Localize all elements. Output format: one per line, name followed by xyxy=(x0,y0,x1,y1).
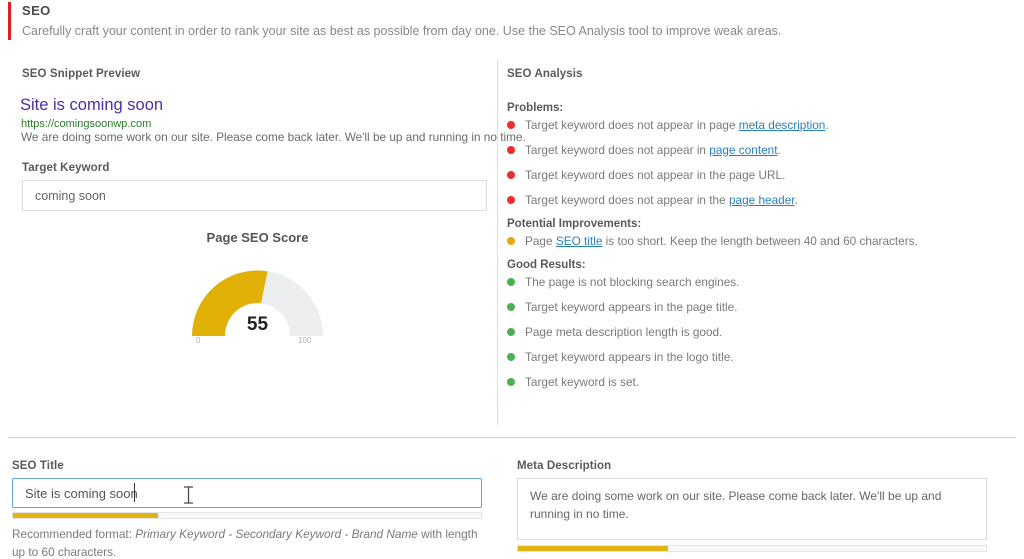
meta-description-length-bar xyxy=(517,545,987,552)
status-dot-icon xyxy=(507,237,515,245)
analysis-item-link[interactable]: page content xyxy=(709,143,777,157)
text-caret xyxy=(134,483,135,502)
status-dot-icon xyxy=(507,196,515,204)
page-header: SEO Carefully craft your content in orde… xyxy=(0,0,1024,48)
seo-title-help-text: Recommended format: Primary Keyword - Se… xyxy=(12,525,492,559)
analysis-item: Target keyword does not appear in page c… xyxy=(507,143,1022,157)
ibeam-cursor-icon xyxy=(184,486,193,504)
analysis-item: Page SEO title is too short. Keep the le… xyxy=(507,234,1022,248)
analysis-item: Target keyword is set. xyxy=(507,375,1022,389)
status-dot-icon xyxy=(507,121,515,129)
status-dot-icon xyxy=(507,353,515,361)
header-accent-bar xyxy=(8,2,11,40)
analysis-item-list: Target keyword does not appear in page m… xyxy=(507,118,1022,207)
analysis-item: Target keyword appears in the page title… xyxy=(507,300,1022,314)
gauge-title: Page SEO Score xyxy=(206,230,309,245)
analysis-group-heading: Problems: xyxy=(507,102,564,114)
gauge-max-label: 100 xyxy=(298,336,312,345)
seo-analysis-results: Problems: Target keyword does not appear … xyxy=(507,102,1022,400)
snippet-url: https://comingsoonwp.com xyxy=(21,118,152,130)
status-dot-icon xyxy=(507,171,515,179)
snippet-title: Site is coming soon xyxy=(20,96,164,114)
section-divider xyxy=(8,437,1016,438)
meta-description-length-fill xyxy=(518,546,668,551)
analysis-item-list: Page SEO title is too short. Keep the le… xyxy=(507,234,1022,248)
seo-title-length-bar xyxy=(12,512,482,519)
status-dot-icon xyxy=(507,328,515,336)
target-keyword-label: Target Keyword xyxy=(22,162,110,174)
analysis-item: Target keyword does not appear in page m… xyxy=(507,118,1022,132)
analysis-item: The page is not blocking search engines. xyxy=(507,275,1022,289)
status-dot-icon xyxy=(507,278,515,286)
page-seo-score-gauge: Page SEO Score 55 0 100 xyxy=(150,230,365,355)
column-divider xyxy=(497,60,498,425)
page-title: SEO xyxy=(22,3,51,18)
snippet-description: We are doing some work on our site. Plea… xyxy=(21,130,526,144)
page-description: Carefully craft your content in order to… xyxy=(22,24,782,38)
analysis-group-heading: Potential Improvements: xyxy=(507,218,642,230)
seo-title-length-fill xyxy=(13,513,159,518)
help-emphasis: Primary Keyword - Secondary Keyword - Br… xyxy=(135,527,418,541)
status-dot-icon xyxy=(507,146,515,154)
analysis-item: Target keyword does not appear in the pa… xyxy=(507,168,1022,182)
gauge-min-label: 0 xyxy=(196,336,201,345)
analysis-item-link[interactable]: meta description xyxy=(739,118,826,132)
analysis-group-heading: Good Results: xyxy=(507,259,586,271)
analysis-item-list: The page is not blocking search engines.… xyxy=(507,275,1022,389)
help-before: Recommended format: xyxy=(12,527,136,541)
snippet-preview-label: SEO Snippet Preview xyxy=(22,68,141,80)
seo-analysis-label: SEO Analysis xyxy=(507,68,583,80)
status-dot-icon xyxy=(507,303,515,311)
analysis-item: Target keyword does not appear in the pa… xyxy=(507,193,1022,207)
gauge-value: 55 xyxy=(246,314,269,335)
analysis-item-link[interactable]: page header xyxy=(729,193,795,207)
seo-title-label: SEO Title xyxy=(12,460,64,472)
analysis-item: Target keyword appears in the logo title… xyxy=(507,350,1022,364)
status-dot-icon xyxy=(507,378,515,386)
seo-title-input[interactable] xyxy=(12,478,482,508)
seo-settings-page: SEO Carefully craft your content in orde… xyxy=(0,0,1024,559)
analysis-item-link[interactable]: SEO title xyxy=(556,234,603,248)
analysis-item: Page meta description length is good. xyxy=(507,325,1022,339)
meta-description-textarea[interactable]: We are doing some work on our site. Plea… xyxy=(517,478,987,540)
meta-description-label: Meta Description xyxy=(517,460,612,472)
target-keyword-input[interactable] xyxy=(22,180,487,211)
